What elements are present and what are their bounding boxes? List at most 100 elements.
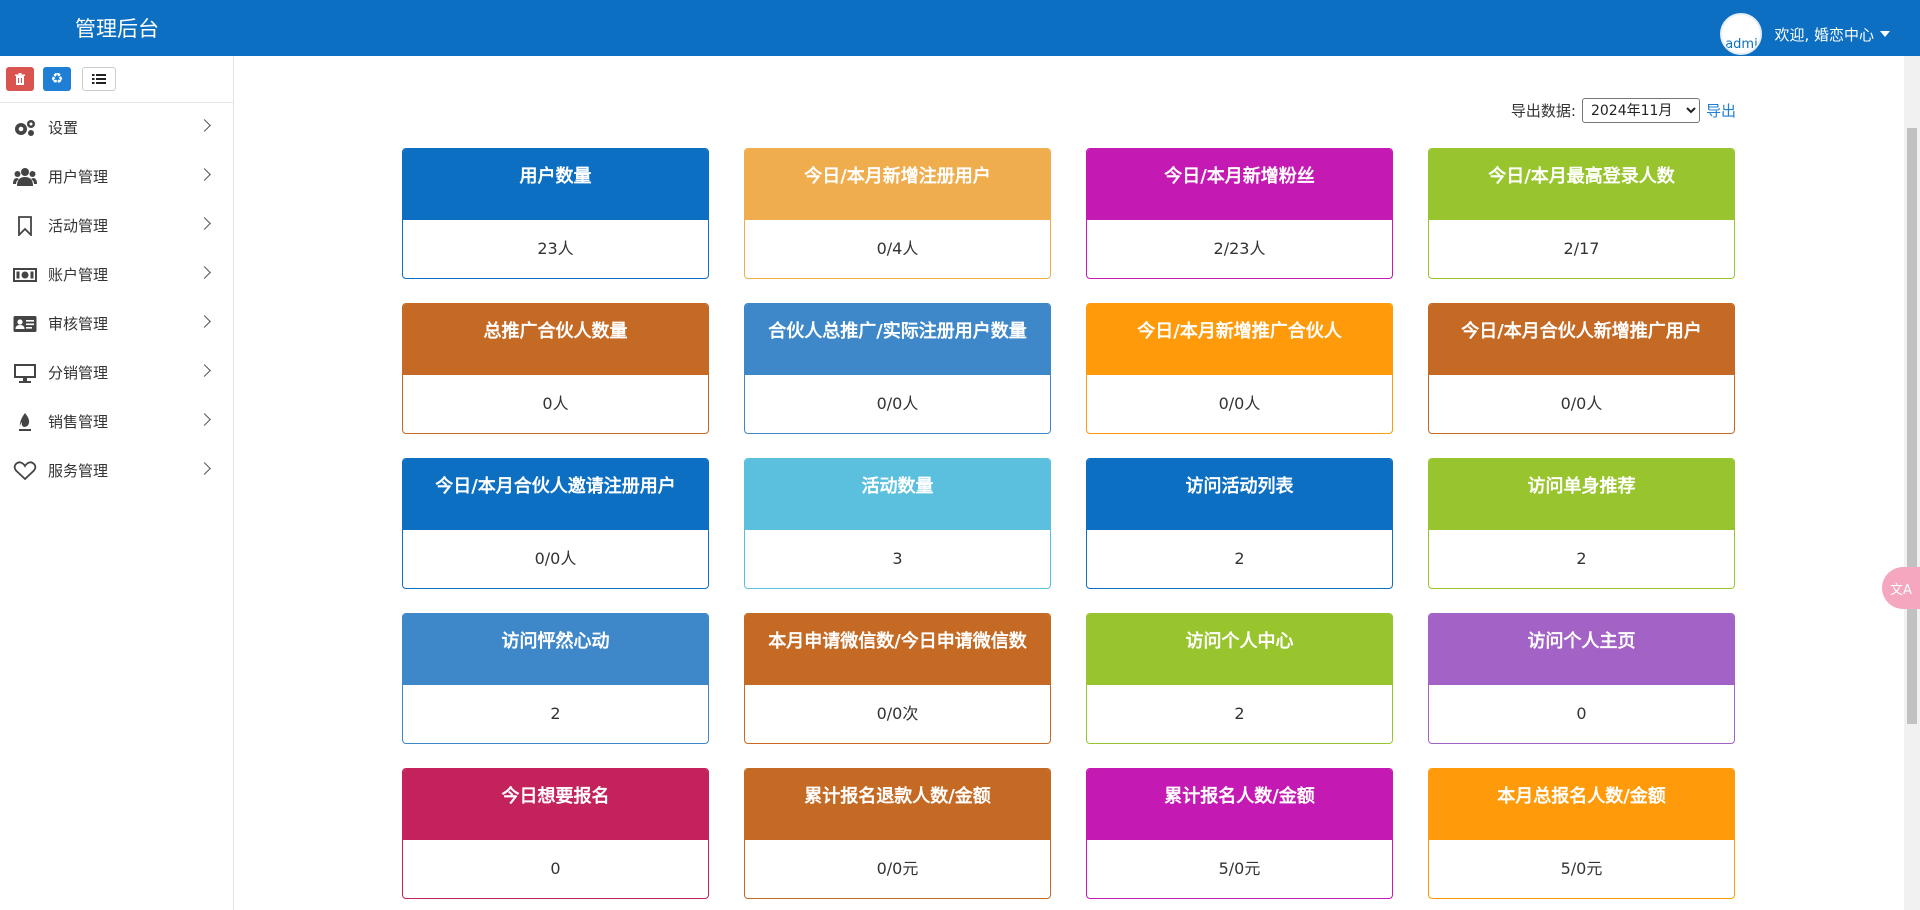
- sidebar-item-label: 服务管理: [48, 462, 109, 480]
- stat-card-title: 访问怦然心动: [403, 614, 708, 685]
- stat-card: 今日/本月最高登录人数 2/17: [1428, 148, 1735, 279]
- stat-card-value: 2: [1234, 704, 1245, 723]
- id-card-icon: [13, 313, 37, 335]
- stat-card-title: 今日/本月最高登录人数: [1429, 149, 1734, 220]
- stat-card-title: 访问个人中心: [1087, 614, 1392, 685]
- page-scrollbar[interactable]: [1904, 56, 1920, 910]
- stat-card: 今日/本月合伙人邀请注册用户 0/0人: [402, 458, 709, 589]
- fire-icon: [13, 411, 37, 433]
- stat-card-value: 0/0次: [876, 704, 919, 723]
- stat-card-value: 0/0人: [876, 394, 919, 413]
- chevron-right-icon: [198, 315, 211, 328]
- chevron-right-icon: [198, 364, 211, 377]
- app-title: 管理后台: [75, 17, 159, 41]
- translate-button[interactable]: 文A: [1882, 567, 1920, 609]
- stat-card: 访问个人中心 2: [1086, 613, 1393, 744]
- sidebar-item-review[interactable]: 审核管理: [0, 299, 233, 348]
- avatar-alt-text: admi: [1725, 37, 1758, 52]
- stat-card: 累计报名人数/金额 5/0元: [1086, 768, 1393, 899]
- main-content: 导出数据: 2024年11月 导出 用户数量 23人 今日/本月新增注册用户 0/4人…: [234, 56, 1904, 910]
- recycle-button[interactable]: ♻: [43, 67, 71, 91]
- chevron-right-icon: [198, 217, 211, 230]
- stat-card-title: 本月总报名人数/金额: [1429, 769, 1734, 840]
- sidebar-item-label: 审核管理: [48, 315, 109, 333]
- stat-card-value: 0/0人: [1560, 394, 1603, 413]
- users-icon: [13, 166, 37, 188]
- caret-down-icon[interactable]: [1880, 31, 1890, 37]
- chevron-right-icon: [198, 462, 211, 475]
- delete-button[interactable]: [6, 67, 34, 91]
- stat-card: 今日/本月合伙人新增推广用户 0/0人: [1428, 303, 1735, 434]
- stat-card: 本月总报名人数/金额 5/0元: [1428, 768, 1735, 899]
- export-label: 导出数据:: [1510, 102, 1576, 120]
- stat-card-title: 活动数量: [745, 459, 1050, 530]
- chevron-right-icon: [198, 266, 211, 279]
- stat-card-value: 2: [1576, 549, 1587, 568]
- stat-card: 累计报名退款人数/金额 0/0元: [744, 768, 1051, 899]
- sidebar-item-sales[interactable]: 销售管理: [0, 397, 233, 446]
- stat-card-title: 合伙人总推广/实际注册用户数量: [745, 304, 1050, 375]
- month-select[interactable]: 2024年11月: [1581, 98, 1700, 123]
- stat-card: 访问个人主页 0: [1428, 613, 1735, 744]
- stat-card-title: 访问单身推荐: [1429, 459, 1734, 530]
- stat-card-value: 2/23人: [1213, 239, 1266, 258]
- chevron-right-icon: [198, 119, 211, 132]
- stat-card: 今日/本月新增推广合伙人 0/0人: [1086, 303, 1393, 434]
- sidebar-item-label: 账户管理: [48, 266, 109, 284]
- stat-card-title: 今日/本月新增注册用户: [745, 149, 1050, 220]
- stat-card-value: 0/0元: [876, 859, 919, 878]
- export-link[interactable]: 导出: [1706, 100, 1736, 121]
- money-icon: [13, 264, 37, 286]
- recycle-icon: ♻: [50, 71, 64, 87]
- stat-card-value: 2: [550, 704, 561, 723]
- stat-card-title: 访问个人主页: [1429, 614, 1734, 685]
- export-bar: 导出数据: 2024年11月 导出: [234, 98, 1736, 123]
- sidebar-item-label: 设置: [48, 119, 79, 137]
- sidebar-item-accounts[interactable]: 账户管理: [0, 250, 233, 299]
- stat-card-title: 累计报名退款人数/金额: [745, 769, 1050, 840]
- stat-card-title: 今日/本月新增推广合伙人: [1087, 304, 1392, 375]
- stat-card: 合伙人总推广/实际注册用户数量 0/0人: [744, 303, 1051, 434]
- avatar[interactable]: admi: [1720, 13, 1763, 55]
- stat-card-value: 0/4人: [876, 239, 919, 258]
- bookmark-icon: [13, 215, 37, 237]
- user-menu[interactable]: admi 欢迎, 婚恋中心: [1720, 12, 1890, 56]
- stat-card-title: 总推广合伙人数量: [403, 304, 708, 375]
- welcome-text[interactable]: 欢迎, 婚恋中心: [1774, 24, 1874, 45]
- stat-card-value: 5/0元: [1560, 859, 1603, 878]
- sidebar-item-label: 活动管理: [48, 217, 109, 235]
- gears-icon: [13, 117, 37, 139]
- stat-card: 访问活动列表 2: [1086, 458, 1393, 589]
- trash-icon: [15, 72, 25, 85]
- stat-card-value: 2: [1234, 549, 1245, 568]
- stat-card-value: 0人: [542, 394, 569, 413]
- chevron-right-icon: [198, 413, 211, 426]
- sidebar-item-label: 分销管理: [48, 364, 109, 382]
- stat-card: 访问单身推荐 2: [1428, 458, 1735, 589]
- sidebar-item-users[interactable]: 用户管理: [0, 152, 233, 201]
- stat-card-value: 2/17: [1563, 239, 1600, 258]
- sidebar-item-distribution[interactable]: 分销管理: [0, 348, 233, 397]
- sidebar-item-label: 用户管理: [48, 168, 109, 186]
- stat-card: 访问怦然心动 2: [402, 613, 709, 744]
- scrollbar-thumb[interactable]: [1907, 128, 1917, 724]
- list-button[interactable]: [82, 67, 116, 91]
- stat-card-title: 访问活动列表: [1087, 459, 1392, 530]
- list-icon: [92, 74, 106, 84]
- stat-card-title: 今日/本月合伙人新增推广用户: [1429, 304, 1734, 375]
- top-bar: 管理后台 admi 欢迎, 婚恋中心: [0, 0, 1920, 56]
- sidebar-item-services[interactable]: 服务管理: [0, 446, 233, 495]
- sidebar-item-activities[interactable]: 活动管理: [0, 201, 233, 250]
- sidebar-item-settings[interactable]: 设置: [0, 103, 233, 152]
- stat-card-value: 23人: [537, 239, 574, 258]
- stat-card-title: 今日/本月新增粉丝: [1087, 149, 1392, 220]
- stat-card-title: 本月申请微信数/今日申请微信数: [745, 614, 1050, 685]
- stat-card-title: 用户数量: [403, 149, 708, 220]
- desktop-icon: [13, 362, 37, 384]
- stat-card-value: 3: [892, 549, 903, 568]
- stat-card: 总推广合伙人数量 0人: [402, 303, 709, 434]
- stat-card: 本月申请微信数/今日申请微信数 0/0次: [744, 613, 1051, 744]
- stat-card: 今日/本月新增粉丝 2/23人: [1086, 148, 1393, 279]
- stat-card-value: 5/0元: [1218, 859, 1261, 878]
- stat-card: 用户数量 23人: [402, 148, 709, 279]
